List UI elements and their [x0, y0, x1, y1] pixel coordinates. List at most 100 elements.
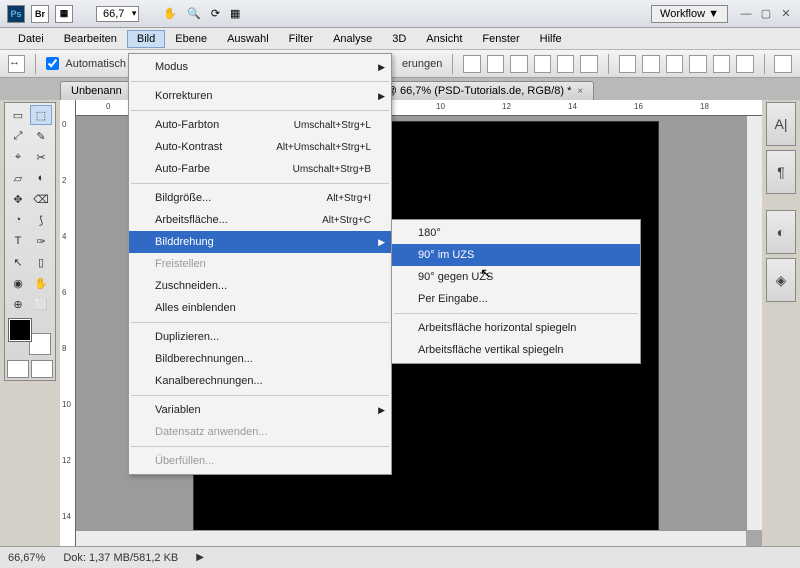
tool-type[interactable]: T [7, 231, 29, 251]
move-tool-preset-icon[interactable]: ↔ [8, 55, 25, 73]
tool-stamp[interactable]: ⌫ [30, 189, 52, 209]
menu-item[interactable]: Variablen▶ [129, 399, 391, 421]
auto-select-checkbox[interactable] [46, 57, 59, 70]
menu-item[interactable]: 90° gegen UZS [392, 266, 640, 288]
tool-zoom[interactable]: ⊕ [7, 294, 29, 314]
menu-bearbeiten[interactable]: Bearbeiten [54, 30, 127, 48]
color-swatches[interactable] [7, 319, 53, 355]
menu-item[interactable]: Alles einblenden [129, 297, 391, 319]
status-zoom[interactable]: 66,67% [8, 552, 45, 564]
tab-1[interactable]: @ 66,7% (PSD-Tutorials.de, RGB/8) *× [375, 81, 594, 100]
menu-item-label: Bildgröße... [155, 192, 211, 204]
menu-item[interactable]: 180° [392, 222, 640, 244]
close-button[interactable]: ✕ [776, 5, 796, 22]
screen-mode-icon[interactable]: ▦ [55, 5, 73, 23]
align-icon-6[interactable] [580, 55, 597, 73]
zoom-select[interactable]: 66,7 [96, 6, 139, 22]
menu-item[interactable]: Auto-FarbeUmschalt+Strg+B [129, 158, 391, 180]
paragraph-panel-icon[interactable]: ¶ [766, 150, 796, 194]
menu-item[interactable]: Zuschneiden... [129, 275, 391, 297]
dist-icon-1[interactable] [619, 55, 636, 73]
tool-history[interactable]: ◔ [7, 210, 29, 230]
tool-move[interactable]: ⬚ [30, 105, 52, 125]
menu-item[interactable]: Duplizieren... [129, 326, 391, 348]
menu-item[interactable]: 90° im UZS [392, 244, 640, 266]
menu-hilfe[interactable]: Hilfe [530, 30, 572, 48]
dist-icon-6[interactable] [736, 55, 753, 73]
extra-icon[interactable] [774, 55, 791, 73]
align-icon-3[interactable] [510, 55, 527, 73]
menu-filter[interactable]: Filter [279, 30, 323, 48]
status-arrow-icon[interactable]: ▶ [196, 552, 204, 563]
ps-icon[interactable]: Ps [7, 5, 25, 23]
minimize-button[interactable]: — [736, 6, 756, 22]
menu-item-label: Zuschneiden... [155, 280, 227, 292]
character-panel-icon[interactable]: A| [766, 102, 796, 146]
menu-item[interactable]: Korrekturen▶ [129, 85, 391, 107]
tool-pen[interactable]: ✑ [30, 231, 52, 251]
menu-item[interactable]: Auto-KontrastAlt+Umschalt+Strg+L [129, 136, 391, 158]
menu-item[interactable]: Bildgröße...Alt+Strg+I [129, 187, 391, 209]
tool-marquee[interactable]: ▭ [7, 105, 29, 125]
tab-close-icon[interactable]: × [577, 86, 583, 97]
menu-bild[interactable]: Bild [127, 30, 165, 48]
rotate-view-icon[interactable]: ⟳ [211, 7, 220, 20]
tool-shape[interactable]: ▯ [30, 252, 52, 272]
tool-hand[interactable]: ✋ [30, 273, 52, 293]
menu-analyse[interactable]: Analyse [323, 30, 382, 48]
tool-extra[interactable]: ⬜ [30, 294, 52, 314]
menu-item[interactable]: Kanalberechnungen... [129, 370, 391, 392]
scrollbar-horizontal[interactable] [76, 530, 746, 546]
menu-fenster[interactable]: Fenster [472, 30, 529, 48]
menu-item[interactable]: Arbeitsfläche...Alt+Strg+C [129, 209, 391, 231]
align-icon-4[interactable] [534, 55, 551, 73]
dist-icon-3[interactable] [666, 55, 683, 73]
status-doc[interactable]: Dok: 1,37 MB/581,2 KB [63, 552, 178, 564]
menu-item[interactable]: Bilddrehung▶ [129, 231, 391, 253]
align-icon-5[interactable] [557, 55, 574, 73]
tool-slice[interactable]: ✂ [30, 147, 52, 167]
hand-icon[interactable]: ✋ [163, 7, 177, 20]
arrange-icon[interactable]: ▦ [230, 7, 240, 20]
maximize-button[interactable]: ▢ [756, 5, 776, 22]
workspace-switcher[interactable]: Workflow ▼ [651, 5, 728, 23]
menu-datei[interactable]: Datei [8, 30, 54, 48]
bridge-icon[interactable]: Br [31, 5, 49, 23]
menu-3d[interactable]: 3D [382, 30, 416, 48]
color-panel-icon[interactable]: ◐ [766, 210, 796, 254]
tool-brush[interactable]: ✥ [7, 189, 29, 209]
titlebar: Ps Br ▦ 66,7 ✋ 🔍 ⟳ ▦ Workflow ▼ — ▢ ✕ [0, 0, 800, 28]
dist-icon-2[interactable] [642, 55, 659, 73]
tool-path-sel[interactable]: ↖ [7, 252, 29, 272]
scrollbar-vertical[interactable] [746, 116, 762, 530]
menu-item[interactable]: Arbeitsfläche vertikal spiegeln [392, 339, 640, 361]
align-icon-1[interactable] [463, 55, 480, 73]
tool-eraser[interactable]: ⟆ [30, 210, 52, 230]
options-bar: ↔ Automatisch erungen [0, 50, 800, 78]
layers-panel-icon[interactable]: ◈ [766, 258, 796, 302]
menu-item-label: Korrekturen [155, 90, 212, 102]
dist-icon-5[interactable] [713, 55, 730, 73]
menu-item[interactable]: Modus▶ [129, 56, 391, 78]
menu-ebene[interactable]: Ebene [165, 30, 217, 48]
tool-lasso[interactable]: ⤢ [7, 126, 29, 146]
standard-mode-icon[interactable] [7, 360, 29, 378]
dist-icon-4[interactable] [689, 55, 706, 73]
tool-heal[interactable]: ◐ [30, 168, 52, 188]
menu-auswahl[interactable]: Auswahl [217, 30, 279, 48]
tab-0[interactable]: Unbenann [60, 81, 133, 100]
tool-eyedropper[interactable]: ▱ [7, 168, 29, 188]
tool-crop[interactable]: ⌖ [7, 147, 29, 167]
menu-ansicht[interactable]: Ansicht [416, 30, 472, 48]
tool-wand[interactable]: ✎ [30, 126, 52, 146]
quickmask-mode-icon[interactable] [31, 360, 53, 378]
fg-color[interactable] [9, 319, 31, 341]
menu-item[interactable]: Bildberechnungen... [129, 348, 391, 370]
align-icon-2[interactable] [487, 55, 504, 73]
menu-item[interactable]: Arbeitsfläche horizontal spiegeln [392, 317, 640, 339]
menu-item[interactable]: Auto-FarbtonUmschalt+Strg+L [129, 114, 391, 136]
zoom-icon[interactable]: 🔍 [187, 7, 201, 20]
bg-color[interactable] [29, 333, 51, 355]
menu-item[interactable]: Per Eingabe... [392, 288, 640, 310]
tool-3d[interactable]: ◉ [7, 273, 29, 293]
